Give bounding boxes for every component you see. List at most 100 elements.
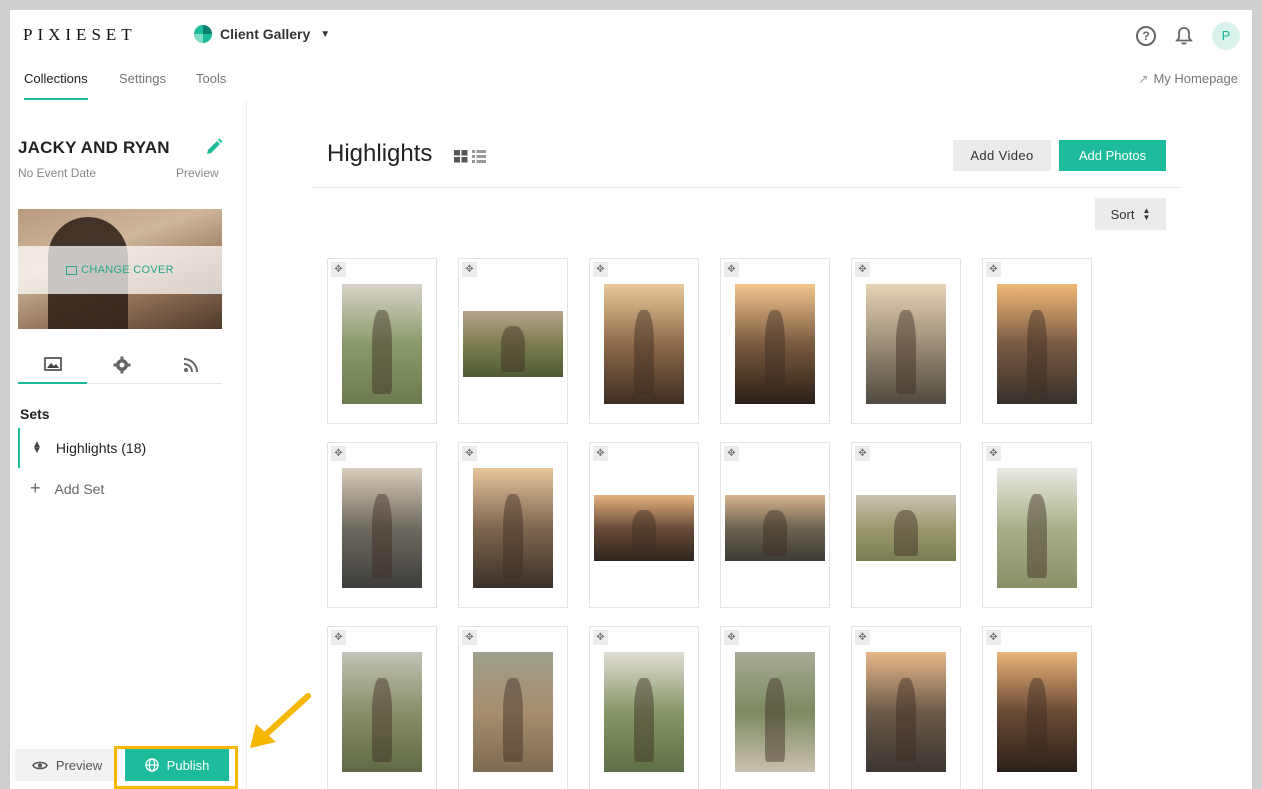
drag-handle-icon[interactable]: ✥	[462, 630, 477, 645]
photo-thumbnail[interactable]	[342, 652, 422, 772]
photo-card[interactable]: ✥	[589, 258, 699, 424]
photo-card[interactable]: ✥	[720, 626, 830, 789]
photo-subject	[763, 509, 787, 556]
collection-sidebar: JACKY AND RYAN No Event Date Preview CHA…	[10, 100, 247, 789]
photo-subject	[894, 509, 918, 556]
photo-thumbnail[interactable]	[856, 495, 956, 561]
client-gallery-icon	[194, 25, 212, 43]
photo-subject	[634, 678, 654, 763]
photo-thumbnail[interactable]	[594, 495, 694, 561]
photo-card[interactable]: ✥	[851, 258, 961, 424]
tab-settings[interactable]: Settings	[119, 71, 166, 100]
chevron-down-icon: ▼	[320, 28, 331, 40]
drag-handle-icon[interactable]: ✥	[724, 630, 739, 645]
drag-handle-icon[interactable]: ✥	[855, 446, 870, 461]
photo-thumbnail[interactable]	[473, 468, 553, 588]
drag-handle-icon[interactable]: ✥	[986, 446, 1001, 461]
photo-thumbnail[interactable]	[735, 284, 815, 404]
rss-icon	[183, 358, 198, 373]
tab-collection-settings[interactable]	[87, 346, 156, 384]
drag-handle-icon[interactable]: ✥	[855, 630, 870, 645]
photo-subject	[503, 494, 523, 579]
photo-icon	[43, 357, 62, 371]
photo-thumbnail[interactable]	[342, 284, 422, 404]
add-photos-button[interactable]: Add Photos	[1059, 140, 1166, 171]
add-set-label: Add Set	[54, 480, 105, 497]
drag-handle-icon[interactable]: ✥	[724, 446, 739, 461]
list-view-icon[interactable]	[472, 150, 486, 163]
photo-card[interactable]: ✥	[458, 442, 568, 608]
app-switcher[interactable]: Client Gallery ▼	[194, 25, 330, 43]
set-item-highlights[interactable]: ▲ ▼ Highlights (18)	[18, 428, 238, 468]
photo-thumbnail[interactable]	[997, 468, 1077, 588]
photo-card[interactable]: ✥	[720, 442, 830, 608]
photo-thumbnail[interactable]	[473, 652, 553, 772]
photo-thumbnail[interactable]	[866, 652, 946, 772]
drag-handle-icon[interactable]: ✥	[986, 630, 1001, 645]
drag-handle-icon[interactable]: ✥	[593, 630, 608, 645]
photo-card[interactable]: ✥	[720, 258, 830, 424]
drag-handle-icon[interactable]: ✥	[462, 262, 477, 277]
help-icon[interactable]: ?	[1136, 26, 1156, 46]
drag-handle-icon[interactable]: ✥	[593, 262, 608, 277]
photo-card[interactable]: ✥	[589, 442, 699, 608]
drag-handle-icon[interactable]: ✥	[462, 446, 477, 461]
drag-handle-icon[interactable]: ✥	[855, 262, 870, 277]
cover-image[interactable]: CHANGE COVER	[18, 209, 222, 329]
add-video-button[interactable]: Add Video	[953, 140, 1051, 171]
photo-thumbnail[interactable]	[604, 284, 684, 404]
drag-handle-icon[interactable]: ✥	[331, 630, 346, 645]
drag-handle-icon[interactable]: ✥	[331, 446, 346, 461]
photo-thumbnail[interactable]	[342, 468, 422, 588]
photo-card[interactable]: ✥	[851, 626, 961, 789]
photo-subject	[634, 310, 654, 395]
set-item-label: Highlights (18)	[55, 440, 147, 456]
photo-card[interactable]: ✥	[458, 258, 568, 424]
drag-handle-icon[interactable]: ✥	[593, 446, 608, 461]
photo-thumbnail[interactable]	[463, 311, 563, 377]
reorder-icon[interactable]: ▲ ▼	[32, 440, 42, 456]
photo-thumbnail[interactable]	[725, 495, 825, 561]
photo-card[interactable]: ✥	[982, 626, 1092, 789]
photo-card[interactable]: ✥	[851, 442, 961, 608]
photo-card[interactable]: ✥	[982, 258, 1092, 424]
photo-subject	[372, 310, 392, 395]
edit-pencil-icon[interactable]	[205, 138, 223, 156]
drag-handle-icon[interactable]: ✥	[986, 262, 1001, 277]
photo-subject	[372, 678, 392, 763]
preview-link[interactable]: Preview	[176, 166, 219, 180]
pixieset-logo[interactable]: PIXIESET	[23, 25, 137, 45]
grid-view-icon[interactable]	[454, 150, 468, 163]
photo-subject	[765, 310, 785, 395]
photo-card[interactable]: ✥	[327, 626, 437, 789]
sort-button[interactable]: Sort ▲ ▼	[1095, 198, 1166, 230]
add-set-button[interactable]: + Add Set	[30, 478, 104, 499]
avatar[interactable]: P	[1212, 22, 1240, 50]
photo-card[interactable]: ✥	[982, 442, 1092, 608]
tab-photos[interactable]	[18, 346, 87, 384]
my-homepage-label: My Homepage	[1153, 71, 1238, 86]
tab-tools[interactable]: Tools	[196, 71, 226, 100]
sort-icon: ▲ ▼	[1142, 206, 1151, 222]
drag-handle-icon[interactable]: ✥	[724, 262, 739, 277]
photo-card[interactable]: ✥	[327, 442, 437, 608]
external-link-icon: ↗	[1138, 71, 1149, 86]
photo-subject	[1027, 310, 1047, 395]
photo-thumbnail[interactable]	[997, 284, 1077, 404]
photo-subject	[632, 509, 656, 556]
photo-card[interactable]: ✥	[589, 626, 699, 789]
collection-title: JACKY AND RYAN	[18, 138, 170, 157]
bell-icon[interactable]	[1174, 26, 1194, 46]
my-homepage-link[interactable]: ↗ My Homepage	[1138, 71, 1238, 86]
drag-handle-icon[interactable]: ✥	[331, 262, 346, 277]
tab-collections[interactable]: Collections	[24, 71, 88, 100]
photo-thumbnail[interactable]	[735, 652, 815, 772]
tab-rss[interactable]	[156, 346, 225, 384]
photo-thumbnail[interactable]	[604, 652, 684, 772]
photo-card[interactable]: ✥	[458, 626, 568, 789]
photo-card[interactable]: ✥	[327, 258, 437, 424]
change-cover-button[interactable]: CHANGE COVER	[18, 246, 222, 294]
photo-thumbnail[interactable]	[866, 284, 946, 404]
preview-button[interactable]: Preview	[15, 749, 119, 781]
photo-thumbnail[interactable]	[997, 652, 1077, 772]
